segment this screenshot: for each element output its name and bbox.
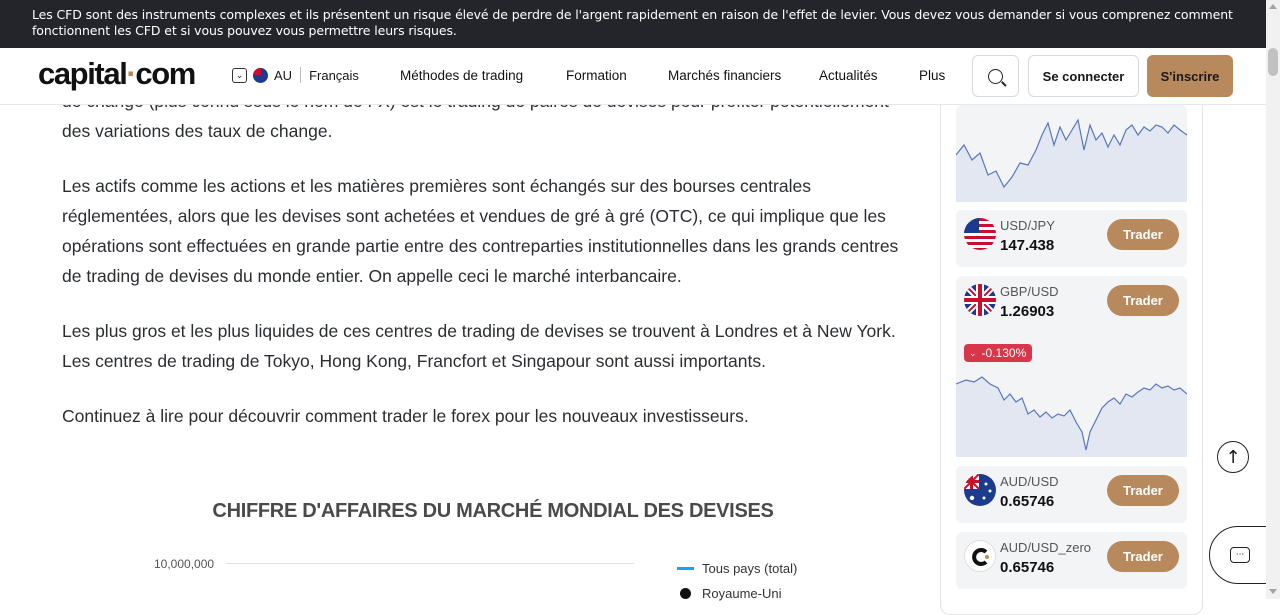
instrument-price: 0.65746 [1000, 493, 1055, 510]
login-button[interactable]: Se connecter [1028, 55, 1139, 97]
page-scrollbar[interactable] [1266, 0, 1280, 599]
menu-more[interactable]: Plus [919, 68, 945, 83]
trade-button[interactable]: Trader [1107, 541, 1179, 572]
article-body: de change (plus connu sous le nom de FX)… [62, 86, 902, 456]
instrument-pair: USD/JPY [1000, 218, 1055, 233]
arrow-up-icon: ↑ [1225, 446, 1241, 468]
change-value: -0.130% [981, 346, 1027, 360]
trade-button[interactable]: Trader [1107, 219, 1179, 250]
chart-title: CHIFFRE D'AFFAIRES DU MARCHÉ MONDIAL DES… [212, 500, 774, 522]
instrument-price: 0.65746 [1000, 559, 1055, 576]
scroll-up-arrow-icon[interactable] [1269, 4, 1277, 9]
legend-dot-icon [680, 588, 691, 599]
uk-flag-icon [964, 284, 996, 316]
menu-education[interactable]: Formation [566, 68, 627, 83]
legend-line-icon [677, 567, 694, 570]
chevron-down-icon: ⌄ [232, 67, 247, 83]
legend-item-total: Tous pays (total) [677, 561, 797, 576]
scrollbar-thumb[interactable] [1268, 48, 1278, 76]
chat-button[interactable]: ··· [1209, 526, 1271, 584]
instrument-card-audusd-zero[interactable]: AUD/USD_zero 0.65746 Trader [956, 532, 1187, 589]
top-navigation: capital·com ⌄ AU Français Méthodes de tr… [0, 48, 1266, 105]
chart-gridline [226, 563, 634, 564]
sparkline-card [955, 105, 1188, 202]
sparkline-chart [955, 118, 1188, 202]
search-icon [988, 68, 1003, 84]
capital-com-logo[interactable]: capital·com [38, 56, 196, 92]
article-paragraph: Les plus gros et les plus liquides de ce… [62, 321, 896, 371]
au-flag-icon [253, 67, 268, 83]
change-badge-negative: ⌄ -0.130% [964, 344, 1033, 362]
scroll-to-top-button[interactable]: ↑ [1217, 441, 1249, 473]
instrument-price: 1.26903 [1000, 303, 1055, 320]
region-language-selector[interactable]: ⌄ AU Français [232, 67, 359, 83]
chevron-down-icon: ⌄ [969, 347, 977, 358]
divider [300, 67, 302, 83]
capital-logo-icon [964, 540, 996, 572]
scroll-down-arrow-icon[interactable] [1269, 589, 1277, 594]
menu-markets[interactable]: Marchés financiers [668, 68, 781, 83]
instrument-card-audusd[interactable]: AUD/USD 0.65746 Trader [956, 466, 1187, 523]
y-axis-tick-label: 10,000,000 [154, 557, 215, 571]
region-code: AU [274, 67, 293, 83]
menu-news[interactable]: Actualités [819, 68, 878, 83]
instrument-pair: GBP/USD [1000, 284, 1059, 299]
instrument-pair: AUD/USD [1000, 474, 1059, 489]
language-label: Français [309, 67, 359, 83]
article-paragraph: Les actifs comme les actions et les mati… [62, 176, 899, 286]
instrument-card-usdjpy[interactable]: USD/JPY 147.438 Trader [956, 210, 1187, 267]
instrument-price: 147.438 [1000, 237, 1055, 254]
instrument-pair: AUD/USD_zero [1000, 540, 1092, 555]
legend-label: Tous pays (total) [702, 561, 798, 576]
risk-warning-banner: Les CFD sont des instruments complexes e… [0, 0, 1266, 48]
au-flag-icon [964, 474, 996, 506]
instrument-card-gbpusd[interactable]: GBP/USD 1.26903 Trader ⌄ -0.130% [956, 276, 1187, 457]
trade-button[interactable]: Trader [1107, 475, 1179, 506]
menu-trading-methods[interactable]: Méthodes de trading [400, 68, 523, 83]
sparkline-chart [956, 376, 1187, 457]
signup-button[interactable]: S'inscrire [1147, 55, 1233, 97]
us-flag-icon [964, 218, 996, 250]
search-button[interactable] [972, 55, 1019, 97]
article-paragraph: Continuez à lire pour découvrir comment … [62, 406, 749, 426]
trade-button[interactable]: Trader [1107, 285, 1179, 316]
chat-icon: ··· [1230, 547, 1250, 563]
